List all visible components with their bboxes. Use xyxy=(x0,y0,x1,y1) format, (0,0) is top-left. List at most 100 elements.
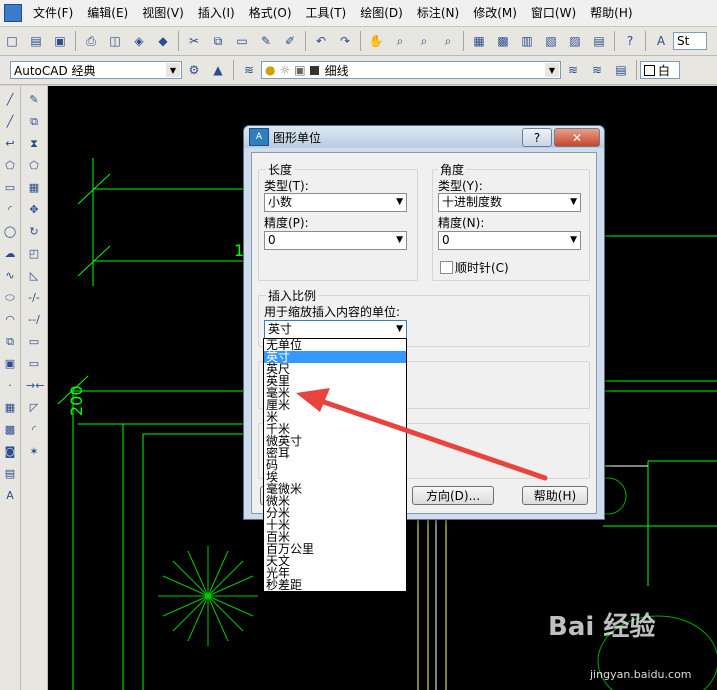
properties-icon[interactable]: ▦ xyxy=(469,31,489,51)
circle-icon[interactable]: ◯ xyxy=(2,224,18,240)
table-icon[interactable]: ▤ xyxy=(2,466,18,482)
layer-manager-icon[interactable]: ≋ xyxy=(239,60,259,80)
help-icon[interactable]: ? xyxy=(620,31,640,51)
design-center-icon[interactable]: ▩ xyxy=(493,31,513,51)
menu-format[interactable]: 格式(O) xyxy=(242,0,299,26)
match-properties-icon[interactable]: ✎ xyxy=(256,31,276,51)
break-icon[interactable]: ▭ xyxy=(26,356,42,372)
region-icon[interactable]: ◙ xyxy=(2,444,18,460)
undo-icon[interactable]: ↶ xyxy=(311,31,331,51)
insert-block-icon[interactable]: ⧉ xyxy=(2,334,18,350)
text-style-combo[interactable]: St xyxy=(673,32,707,50)
dialog-help-button-bottom[interactable]: 帮助(H) xyxy=(522,486,588,505)
arc-icon[interactable]: ◜ xyxy=(2,202,18,218)
construction-line-icon[interactable]: ╱ xyxy=(2,114,18,130)
menu-modify[interactable]: 修改(M) xyxy=(466,0,524,26)
menu-dimension[interactable]: 标注(N) xyxy=(410,0,466,26)
extend-icon[interactable]: --/ xyxy=(26,312,42,328)
workspace-combo[interactable]: AutoCAD 经典 ▼ xyxy=(10,61,182,79)
menu-file[interactable]: 文件(F) xyxy=(26,0,80,26)
angle-precision-select[interactable]: 0 ▼ xyxy=(438,231,581,250)
text-style-icon[interactable]: A xyxy=(651,31,671,51)
angle-type-select[interactable]: 十进制度数 ▼ xyxy=(438,193,581,212)
line-icon[interactable]: ╱ xyxy=(2,92,18,108)
menu-help[interactable]: 帮助(H) xyxy=(583,0,639,26)
dialog-close-button[interactable]: ✕ xyxy=(554,128,600,147)
markup-icon[interactable]: ▨ xyxy=(565,31,585,51)
layer-combo[interactable]: ● ☼ ▣ 细线 ▼ xyxy=(261,61,561,79)
length-type-select[interactable]: 小数 ▼ xyxy=(264,193,407,212)
sheet-set-icon[interactable]: ▧ xyxy=(541,31,561,51)
insert-units-select[interactable]: 英寸 ▼ xyxy=(264,320,407,339)
menu-tools[interactable]: 工具(T) xyxy=(299,0,354,26)
3d-dwf-icon[interactable]: ◆ xyxy=(153,31,173,51)
calculator-icon[interactable]: ▤ xyxy=(589,31,609,51)
zoom-window-icon[interactable]: ⌕ xyxy=(414,31,434,51)
hatch-icon[interactable]: ▦ xyxy=(2,400,18,416)
menu-draw[interactable]: 绘图(D) xyxy=(353,0,410,26)
chamfer-icon[interactable]: ◸ xyxy=(26,400,42,416)
copy-icon[interactable]: ⧉ xyxy=(208,31,228,51)
layer-states-icon[interactable]: ▤ xyxy=(611,60,631,80)
unit-option[interactable]: 秒差距 xyxy=(264,579,406,591)
clockwise-checkbox[interactable] xyxy=(440,261,453,274)
gradient-icon[interactable]: ▩ xyxy=(2,422,18,438)
direction-button[interactable]: 方向(D)... xyxy=(412,486,494,505)
fillet-icon[interactable]: ◜ xyxy=(26,422,42,438)
ellipse-arc-icon[interactable]: ◠ xyxy=(2,312,18,328)
workspace-settings-icon[interactable]: ⚙ xyxy=(184,60,204,80)
unit-option[interactable]: 厘米 xyxy=(264,399,406,411)
color-combo[interactable]: 白 xyxy=(640,61,680,79)
plant-symbol xyxy=(589,477,717,690)
dialog-help-button[interactable]: ? xyxy=(522,128,552,147)
make-current-layer-icon[interactable]: ≋ xyxy=(563,60,583,80)
print-icon[interactable]: ⎙ xyxy=(81,31,101,51)
save-icon[interactable]: ▣ xyxy=(50,31,70,51)
explode-icon[interactable]: ✶ xyxy=(26,444,42,460)
copy-object-icon[interactable]: ⧉ xyxy=(26,114,42,130)
unit-option[interactable]: 码 xyxy=(264,459,406,471)
menu-window[interactable]: 窗口(W) xyxy=(524,0,583,26)
plot-preview-icon[interactable]: ◫ xyxy=(105,31,125,51)
ellipse-icon[interactable]: ⬭ xyxy=(2,290,18,306)
redo-icon[interactable]: ↷ xyxy=(335,31,355,51)
stretch-icon[interactable]: ◺ xyxy=(26,268,42,284)
zoom-previous-icon[interactable]: ⌕ xyxy=(438,31,458,51)
block-editor-icon[interactable]: ✐ xyxy=(280,31,300,51)
array-icon[interactable]: ▦ xyxy=(26,180,42,196)
paste-icon[interactable]: ▭ xyxy=(232,31,252,51)
polyline-icon[interactable]: ↩ xyxy=(2,136,18,152)
layer-previous-icon[interactable]: ≋ xyxy=(587,60,607,80)
move-icon[interactable]: ✥ xyxy=(26,202,42,218)
join-icon[interactable]: →← xyxy=(26,378,44,394)
menu-edit[interactable]: 编辑(E) xyxy=(80,0,135,26)
tool-palettes-icon[interactable]: ▥ xyxy=(517,31,537,51)
point-icon[interactable]: · xyxy=(2,378,18,394)
make-block-icon[interactable]: ▣ xyxy=(2,356,18,372)
menu-view[interactable]: 视图(V) xyxy=(135,0,191,26)
scale-icon[interactable]: ◰ xyxy=(26,246,42,262)
unit-option[interactable]: 密耳 xyxy=(264,447,406,459)
mirror-icon[interactable]: ⧗ xyxy=(26,136,42,152)
zoom-realtime-icon[interactable]: ⌕ xyxy=(390,31,410,51)
menu-insert[interactable]: 插入(I) xyxy=(191,0,242,26)
offset-icon[interactable]: ⬠ xyxy=(26,158,42,174)
pan-icon[interactable]: ✋ xyxy=(366,31,386,51)
trim-icon[interactable]: -/- xyxy=(26,290,42,306)
rotate-icon[interactable]: ↻ xyxy=(26,224,42,240)
length-precision-select[interactable]: 0 ▼ xyxy=(264,231,407,250)
rectangle-icon[interactable]: ▭ xyxy=(2,180,18,196)
multiline-text-icon[interactable]: A xyxy=(2,488,18,504)
save-workspace-icon[interactable]: ▲ xyxy=(208,60,228,80)
erase-icon[interactable]: ✎ xyxy=(26,92,42,108)
polygon-icon[interactable]: ⬠ xyxy=(2,158,18,174)
open-file-icon[interactable]: ▤ xyxy=(26,31,46,51)
spline-icon[interactable]: ∿ xyxy=(2,268,18,284)
toolbar-separator xyxy=(636,60,637,80)
autocad-app-icon[interactable] xyxy=(4,4,22,22)
new-file-icon[interactable]: □ xyxy=(2,31,22,51)
break-at-point-icon[interactable]: ▭ xyxy=(26,334,42,350)
publish-icon[interactable]: ◈ xyxy=(129,31,149,51)
cut-icon[interactable]: ✂ xyxy=(184,31,204,51)
revision-cloud-icon[interactable]: ☁ xyxy=(2,246,18,262)
